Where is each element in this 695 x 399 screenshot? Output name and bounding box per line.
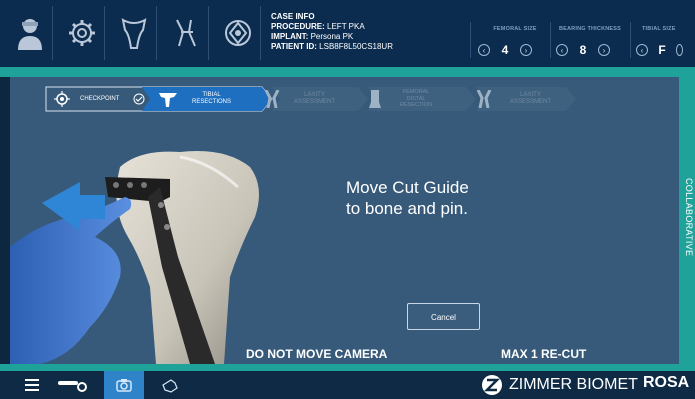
femur-distal-icon bbox=[369, 90, 381, 108]
femoral-size-selector: ‹ 4 › bbox=[478, 43, 532, 57]
procedure-value: LEFT PKA bbox=[327, 22, 365, 31]
top-bar: CASE INFO PROCEDURE: LEFT PKA IMPLANT: P… bbox=[0, 0, 695, 67]
procedure-label: PROCEDURE: bbox=[271, 22, 325, 31]
step-femoral-distal-resection[interactable]: FEMORAL DISTAL RESECTION bbox=[368, 87, 432, 111]
settings-gear-icon[interactable] bbox=[60, 6, 105, 60]
chevron-right-icon[interactable]: › bbox=[520, 44, 532, 56]
step-laxity-assessment-2[interactable]: LAXITY ASSESSMENT bbox=[476, 87, 551, 111]
divider bbox=[630, 22, 631, 58]
step-tibial-resections[interactable]: TIBIAL RESECTIONS bbox=[158, 87, 231, 111]
tibial-size-selector: ‹ F bbox=[636, 43, 683, 57]
chevron-left-icon[interactable]: ‹ bbox=[636, 44, 648, 56]
step-femoral-label: FEMORAL DISTAL RESECTION bbox=[400, 89, 433, 109]
chevron-left-icon[interactable]: ‹ bbox=[478, 44, 490, 56]
zimmer-biomet-logo-icon bbox=[482, 375, 502, 395]
knee-joint-icon bbox=[264, 90, 280, 108]
tracker-icon[interactable] bbox=[216, 6, 261, 60]
cancel-button[interactable]: Cancel bbox=[407, 303, 480, 330]
tibia-cut-guide-illustration bbox=[10, 151, 259, 364]
tibial-size-value: F bbox=[658, 43, 666, 57]
knee-leg-icon[interactable] bbox=[164, 6, 209, 60]
teal-band-bottom bbox=[0, 364, 695, 371]
teal-band bbox=[0, 67, 695, 77]
chevron-right-icon[interactable] bbox=[676, 44, 683, 56]
femoral-size-value: 4 bbox=[501, 43, 509, 57]
knee-joint-icon bbox=[476, 90, 492, 108]
case-info: CASE INFO PROCEDURE: LEFT PKA IMPLANT: P… bbox=[271, 12, 393, 52]
hand-icon[interactable] bbox=[150, 371, 190, 399]
step-laxity-assessment-1[interactable]: LAXITY ASSESSMENT bbox=[264, 87, 335, 111]
bearing-thickness-label: BEARING THICKNESS bbox=[558, 26, 622, 32]
brand-name: ZIMMER BIOMET bbox=[509, 376, 638, 393]
checkmark-circle-icon bbox=[133, 93, 145, 105]
case-title: CASE INFO bbox=[271, 12, 315, 21]
main-panel: CHECKPOINT TIBIAL RESECTIONS LAXITY ASSESS… bbox=[10, 77, 679, 364]
chevron-left-icon[interactable]: ‹ bbox=[556, 44, 568, 56]
instruction-text: Move Cut Guide to bone and pin. bbox=[346, 178, 469, 218]
bearing-thickness-selector: ‹ 8 › bbox=[556, 43, 610, 57]
step-checkpoint-label: CHECKPOINT bbox=[80, 96, 120, 102]
divider bbox=[550, 22, 551, 58]
bearing-thickness-value: 8 bbox=[579, 43, 587, 57]
chevron-right-icon[interactable]: › bbox=[598, 44, 610, 56]
crosshair-icon bbox=[54, 91, 70, 107]
product-name: ROSA bbox=[643, 374, 690, 391]
tibia-icon bbox=[159, 93, 177, 107]
step-laxity-label-1: LAXITY ASSESSMENT bbox=[294, 92, 336, 105]
femoral-size-label: FEMORAL SIZE bbox=[493, 26, 537, 32]
tibial-size-label: TIBIAL SIZE bbox=[642, 26, 676, 32]
patient-value: LSB8F8L50CS18UR bbox=[319, 42, 393, 51]
recut-warning: MAX 1 RE-CUT bbox=[501, 347, 587, 361]
menu-icon[interactable] bbox=[12, 371, 52, 399]
camera-icon[interactable] bbox=[104, 371, 144, 399]
tracker-pointer-icon[interactable] bbox=[52, 371, 92, 399]
brand-logo: ZIMMER BIOMET bbox=[481, 374, 638, 396]
camera-warning: DO NOT MOVE CAMERA bbox=[246, 347, 388, 361]
divider bbox=[470, 22, 471, 58]
step-tibial-label: TIBIAL RESECTIONS bbox=[192, 92, 232, 105]
implant-value: Persona PK bbox=[310, 32, 354, 41]
step-laxity-label-2: LAXITY ASSESSMENT bbox=[510, 92, 552, 105]
patient-label: PATIENT ID: bbox=[271, 42, 317, 51]
surgeon-icon[interactable] bbox=[8, 6, 53, 60]
collaborative-mode-label: COLLABORATIVE bbox=[684, 178, 694, 257]
implant-label: IMPLANT: bbox=[271, 32, 309, 41]
step-checkpoint[interactable]: CHECKPOINT bbox=[54, 87, 145, 111]
femur-icon[interactable] bbox=[112, 6, 157, 60]
